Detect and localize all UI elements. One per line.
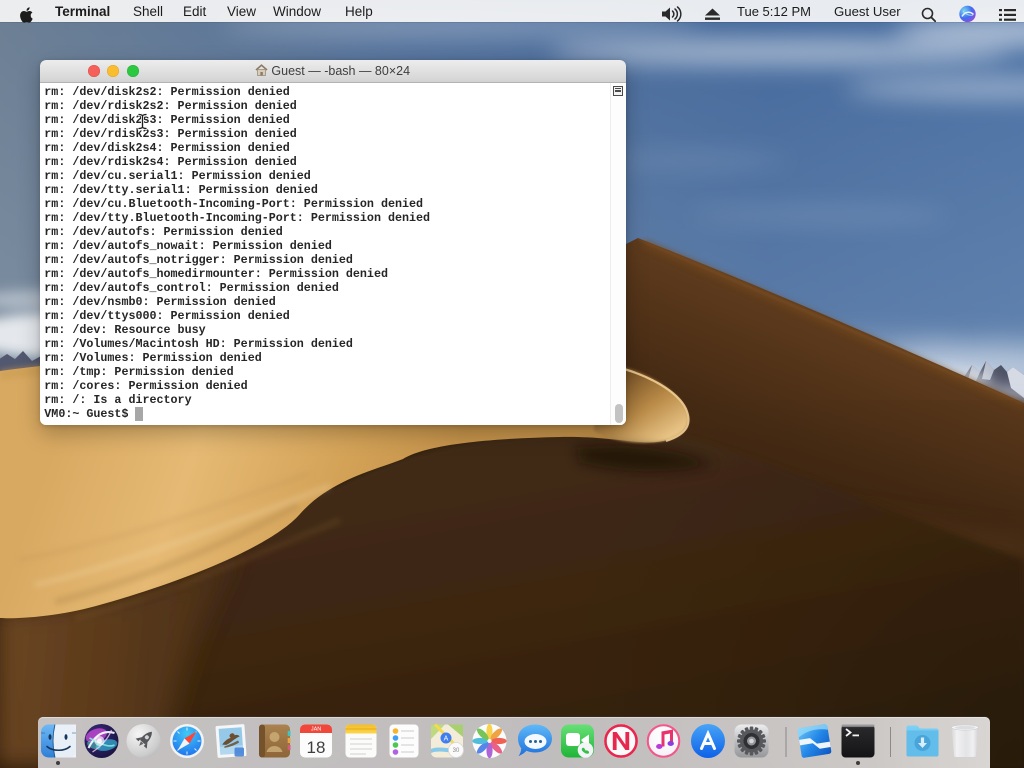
- svg-text:JAN: JAN: [311, 726, 321, 732]
- svg-text:30: 30: [453, 748, 460, 754]
- svg-text:18: 18: [307, 738, 326, 757]
- svg-text:A: A: [444, 736, 449, 743]
